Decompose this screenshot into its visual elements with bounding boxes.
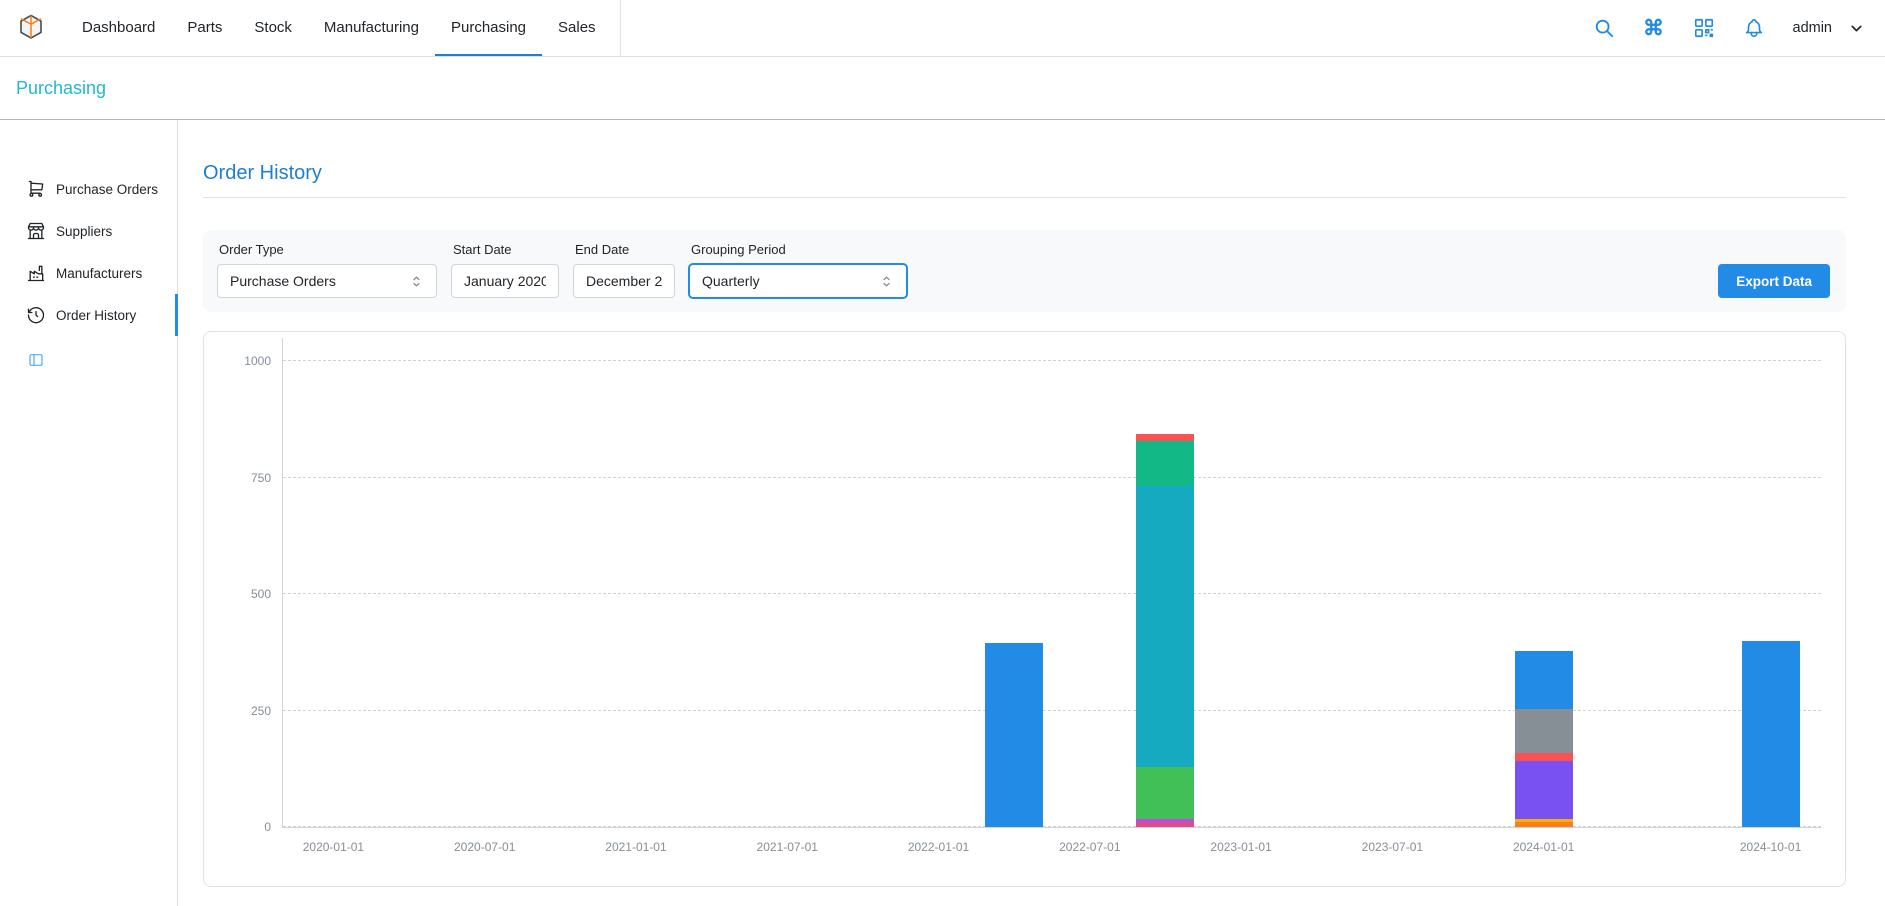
app-logo-icon[interactable] — [16, 13, 46, 43]
breadcrumb-item-purchasing[interactable]: Purchasing — [16, 78, 106, 99]
nav-tab-dashboard[interactable]: Dashboard — [66, 0, 171, 56]
chart-bar[interactable] — [985, 338, 1043, 827]
chevron-updown-icon — [409, 274, 424, 289]
x-axis-tick-label: 2024-10-01 — [1740, 840, 1801, 854]
x-axis-tick-label: 2022-01-01 — [908, 840, 969, 854]
sidebar-item-label: Purchase Orders — [56, 182, 158, 197]
export-data-button[interactable]: Export Data — [1718, 264, 1830, 298]
end-date-label: End Date — [575, 242, 675, 257]
y-gridline — [283, 826, 1821, 827]
x-axis-tick-label: 2023-01-01 — [1210, 840, 1271, 854]
grouping-period-value: Quarterly — [702, 273, 760, 289]
y-gridline — [283, 360, 1821, 361]
filter-start-date: Start Date — [451, 242, 559, 298]
bell-icon[interactable] — [1743, 17, 1765, 39]
sidebar-item-label: Suppliers — [56, 224, 112, 239]
content-area: Purchase Orders Suppliers — [0, 120, 1885, 906]
nav-tab-manufacturing[interactable]: Manufacturing — [308, 0, 435, 56]
y-gridline — [283, 710, 1821, 711]
sidebar-collapse-icon[interactable] — [28, 352, 44, 368]
sidebar-item-suppliers[interactable]: Suppliers — [0, 210, 178, 252]
history-icon — [26, 305, 46, 325]
filter-order-type: Order Type Purchase Orders — [217, 242, 437, 298]
x-axis-tick-label: 2020-07-01 — [454, 840, 515, 854]
header-actions: ⌘ admin — [1593, 17, 1866, 39]
breadcrumb: Purchasing — [0, 57, 1885, 120]
chart-bar-segment — [1136, 823, 1194, 827]
sidebar-item-label: Order History — [56, 308, 136, 323]
nav-tab-stock[interactable]: Stock — [238, 0, 308, 56]
x-axis-tick-label: 2020-01-01 — [303, 840, 364, 854]
chart-bar-segment — [1515, 822, 1573, 827]
chart-bar-segment — [1515, 709, 1573, 752]
chart-card: 0 250 500 750 1000 2020-01-01 2020-07-01 2021-0… — [203, 331, 1846, 887]
x-axis-tick-label: 2024-01-01 — [1513, 840, 1574, 854]
nav-tab-parts[interactable]: Parts — [171, 0, 238, 56]
sidebar-item-order-history[interactable]: Order History — [0, 294, 178, 336]
storefront-icon — [26, 221, 46, 241]
sidebar: Purchase Orders Suppliers — [0, 120, 178, 906]
y-axis-tick-label: 250 — [251, 704, 271, 718]
y-gridline — [283, 477, 1821, 478]
app-root: Dashboard Parts Stock Manufacturing Purc… — [0, 0, 1885, 906]
y-axis-tick-label: 1000 — [244, 354, 271, 368]
nav-tab-sales[interactable]: Sales — [542, 0, 612, 56]
qr-scan-icon[interactable] — [1693, 17, 1715, 39]
chart-bar-segment — [1136, 441, 1194, 485]
factory-icon — [26, 263, 46, 283]
x-axis-tick-label: 2023-07-01 — [1362, 840, 1423, 854]
y-axis-tick-label: 500 — [251, 587, 271, 601]
chart-bar-segment — [985, 643, 1043, 827]
title-divider — [203, 197, 1846, 198]
x-axis-tick-label: 2022-07-01 — [1059, 840, 1120, 854]
chart-bar-segment — [1136, 486, 1194, 768]
chart-bar[interactable] — [1515, 338, 1573, 827]
filter-end-date: End Date — [573, 242, 675, 298]
grouping-period-label: Grouping Period — [691, 242, 907, 257]
start-date-input[interactable] — [451, 264, 559, 298]
sidebar-item-manufacturers[interactable]: Manufacturers — [0, 252, 178, 294]
chart-bar-segment — [1742, 641, 1800, 827]
y-axis-tick-label: 0 — [264, 820, 271, 834]
y-gridline — [283, 593, 1821, 594]
user-menu[interactable]: admin — [1793, 20, 1866, 37]
end-date-input[interactable] — [573, 264, 675, 298]
chart-bar-segment — [1515, 753, 1573, 761]
nav-tab-purchasing[interactable]: Purchasing — [435, 0, 542, 56]
chart-bar-segment — [1136, 767, 1194, 818]
chart-bar-segment — [1136, 434, 1194, 441]
x-axis-tick-label: 2021-01-01 — [605, 840, 666, 854]
x-axis-tick-label: 2021-07-01 — [757, 840, 818, 854]
main-panel: Order History Order Type Purchase Orders — [178, 120, 1885, 906]
chart-bar[interactable] — [1136, 338, 1194, 827]
chart-bar[interactable] — [1742, 338, 1800, 827]
chart-bar-segment — [1515, 761, 1573, 819]
grouping-period-select[interactable]: Quarterly — [689, 264, 907, 298]
user-name: admin — [1793, 20, 1833, 36]
search-icon[interactable] — [1593, 17, 1615, 39]
start-date-label: Start Date — [453, 242, 559, 257]
sidebar-item-label: Manufacturers — [56, 266, 142, 281]
chart-plot: 025050075010002020-01-012020-07-012021-0… — [282, 338, 1821, 828]
order-type-value: Purchase Orders — [230, 273, 336, 289]
order-type-select[interactable]: Purchase Orders — [217, 264, 437, 298]
chevron-updown-icon — [879, 274, 894, 289]
top-navbar: Dashboard Parts Stock Manufacturing Purc… — [0, 0, 1885, 57]
order-type-label: Order Type — [219, 242, 437, 257]
chart-bar-segment — [1515, 651, 1573, 709]
page-title: Order History — [203, 162, 1846, 185]
y-axis-tick-label: 750 — [251, 471, 271, 485]
command-icon[interactable]: ⌘ — [1643, 17, 1665, 39]
filter-panel: Order Type Purchase Orders Start Date — [203, 230, 1846, 312]
chevron-down-icon — [1848, 20, 1865, 37]
filter-grouping-period: Grouping Period Quarterly — [689, 242, 907, 298]
shopping-cart-icon — [26, 179, 46, 199]
sidebar-item-purchase-orders[interactable]: Purchase Orders — [0, 168, 178, 210]
main-nav: Dashboard Parts Stock Manufacturing Purc… — [66, 0, 621, 56]
